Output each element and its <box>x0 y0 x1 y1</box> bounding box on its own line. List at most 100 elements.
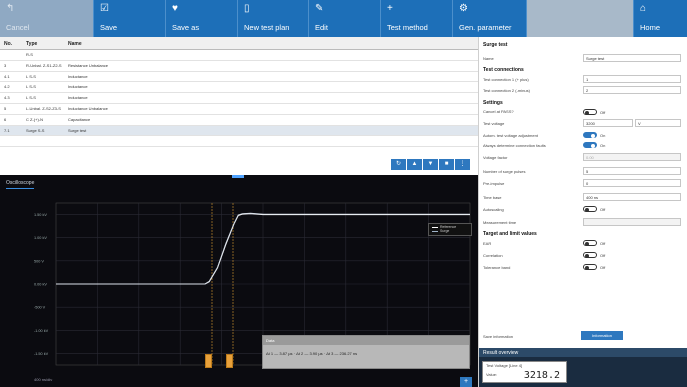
app-window: ↰ Cancel ☑ Save ♥ Save as ▯ New test pla… <box>0 0 687 387</box>
name-field[interactable]: Surge test <box>583 54 681 62</box>
conn1-field[interactable]: 1 <box>583 75 681 83</box>
settings-heading: Settings <box>483 100 503 106</box>
move-up-icon[interactable]: ▲ <box>407 159 422 170</box>
save-icon: ☑ <box>100 3 109 14</box>
more-icon[interactable]: ⋮ <box>455 159 470 170</box>
auto-adjust-toggle[interactable] <box>583 132 597 138</box>
row-no: 3 <box>4 62 7 68</box>
voltage-factor-label: Voltage factor <box>483 155 508 160</box>
gen-parameter-button[interactable]: ⚙ Gen. parameter <box>453 0 527 37</box>
row-no: 4.3 <box>4 95 10 101</box>
refresh-icon[interactable]: ↻ <box>391 159 406 170</box>
result-overview: Test Voltage [Line 4] Value: 3218.2 <box>479 357 687 387</box>
save-as-button[interactable]: ♥ Save as <box>166 0 238 37</box>
autoscaling-label: Autoscaling <box>483 207 504 212</box>
time-base-select[interactable]: 400 ns <box>583 193 681 201</box>
row-type: R-Unbal. Z-S1-Z2-S <box>26 62 62 68</box>
toggle-state: On <box>600 143 606 148</box>
row-type: Surge S-S <box>26 127 45 133</box>
new-test-plan-button[interactable]: ▯ New test plan <box>238 0 309 37</box>
panel-title: Surge test <box>483 42 508 48</box>
test-method-button[interactable]: + Test method <box>381 0 453 37</box>
cursor-marker-2[interactable] <box>226 354 233 368</box>
tolerance-band-label: Tolerance band <box>483 265 511 270</box>
home-button[interactable]: ⌂ Home <box>634 0 687 37</box>
cancel-at-pass-label: Cancel at PASS? <box>483 109 514 114</box>
column-header-name[interactable]: Name <box>64 37 394 49</box>
auto-adjust-label: Autom. test voltage adjustment <box>483 133 538 138</box>
row-type: L S-S <box>26 73 36 79</box>
information-button[interactable]: Information <box>581 331 623 340</box>
table-row[interactable]: R-S <box>0 50 478 61</box>
toggle-state: Off <box>600 110 606 115</box>
pre-impulse-field[interactable]: 0 <box>583 179 681 187</box>
main-toolbar: ↰ Cancel ☑ Save ♥ Save as ▯ New test pla… <box>0 0 687 37</box>
save-button[interactable]: ☑ Save <box>94 0 166 37</box>
row-type <box>22 136 64 146</box>
table-row[interactable]: 4.1 L S-S Inductance <box>0 72 478 83</box>
target-heading: Target and limit values <box>483 231 537 237</box>
voltage-unit-select[interactable]: V <box>635 119 681 127</box>
edit-button[interactable]: ✎ Edit <box>309 0 381 37</box>
conn-fault-toggle[interactable] <box>583 142 597 148</box>
cursor-marker-1[interactable] <box>205 354 212 368</box>
table-row[interactable]: 3 R-Unbal. Z-S1-Z2-S Resistance Unbalance <box>0 61 478 72</box>
result-tile[interactable]: Test Voltage [Line 4] Value: 3218.2 <box>482 361 567 383</box>
chart-legend: Reference Surge <box>428 223 472 236</box>
autoscaling-toggle[interactable] <box>583 206 597 212</box>
measurement-time-label: Measurement time <box>483 220 517 225</box>
ear-toggle[interactable] <box>583 240 597 246</box>
row-name: Inductance <box>68 95 88 101</box>
row-no <box>0 50 22 60</box>
voltage-factor-field[interactable]: 0.00 <box>583 153 681 161</box>
tolerance-band-toggle[interactable] <box>583 264 597 270</box>
correlation-toggle[interactable] <box>583 252 597 258</box>
table-row[interactable]: 5 L-Unbal. Z-S2-Z3-S Inductance Unbalance <box>0 104 478 115</box>
toggle-state: Off <box>600 253 606 258</box>
row-name: Resistance Unbalance <box>68 62 109 68</box>
delete-icon[interactable]: ■ <box>439 159 454 170</box>
table-row-selected[interactable]: 7.1 Surge S-S Surge test <box>0 125 478 137</box>
toolbar-spacer <box>527 0 634 37</box>
cancel-at-pass-toggle[interactable] <box>583 109 597 115</box>
cancel-button[interactable]: ↰ Cancel <box>0 0 94 37</box>
toggle-state: Off <box>600 265 606 270</box>
gear-icon: ⚙ <box>459 3 468 14</box>
move-down-icon[interactable]: ▼ <box>423 159 438 170</box>
pre-impulse-label: Pre-impulse <box>483 181 505 186</box>
y-tick-label: -500 V <box>34 306 46 310</box>
column-header-type[interactable]: Type <box>22 37 64 49</box>
cancel-icon: ↰ <box>6 3 15 14</box>
row-name: Capacitance <box>68 116 91 122</box>
expand-icon[interactable]: + <box>460 377 472 387</box>
row-no <box>0 136 22 146</box>
result-tile-label: Test Voltage [Line 4] <box>486 363 523 368</box>
time-base-label: Time base <box>483 195 502 200</box>
test-steps-table: No. Type Name R-S 3 R-Unbal. Z-S1-Z2-S Res… <box>0 37 478 175</box>
surge-pulses-field[interactable]: 5 <box>583 167 681 175</box>
table-row[interactable]: 4.3 L S-S Inductance <box>0 93 478 104</box>
row-type: C Z-(+)-N <box>26 116 43 122</box>
new-document-icon: ▯ <box>244 3 250 14</box>
y-tick-label: 1.00 kV <box>34 236 47 240</box>
measurement-time-field[interactable] <box>583 218 681 226</box>
table-row[interactable]: 6 C Z-(+)-N Capacitance <box>0 115 478 126</box>
table-header: No. Type Name <box>0 37 478 50</box>
table-row[interactable] <box>0 136 478 148</box>
measurement-info-box: Data Δt 1 — 3.87 µs · Δt 2 — 3.90 µs · Δ… <box>262 335 470 369</box>
save-as-icon: ♥ <box>172 3 178 14</box>
table-row[interactable]: 4.2 L S-S Inductance <box>0 82 478 94</box>
ear-label: EAR <box>483 241 492 246</box>
conn2-field[interactable]: 2 <box>583 86 681 94</box>
parameter-panel: Surge test Name Surge test Test connecti… <box>478 37 687 387</box>
row-controls: ↻ ▲ ▼ ■ ⋮ <box>391 159 470 170</box>
test-voltage-field[interactable]: 3200 <box>583 119 633 127</box>
row-type: L S-S <box>26 84 36 90</box>
row-no: 4.2 <box>4 84 10 90</box>
test-method-icon: + <box>387 3 393 14</box>
info-box-values: Δt 1 — 3.87 µs · Δt 2 — 3.90 µs · Δt 3 —… <box>266 351 358 356</box>
column-header-no[interactable]: No. <box>0 37 22 49</box>
test-voltage-label: Test voltage <box>483 121 505 126</box>
row-name <box>64 136 394 146</box>
result-value: 3218.2 <box>523 370 560 381</box>
